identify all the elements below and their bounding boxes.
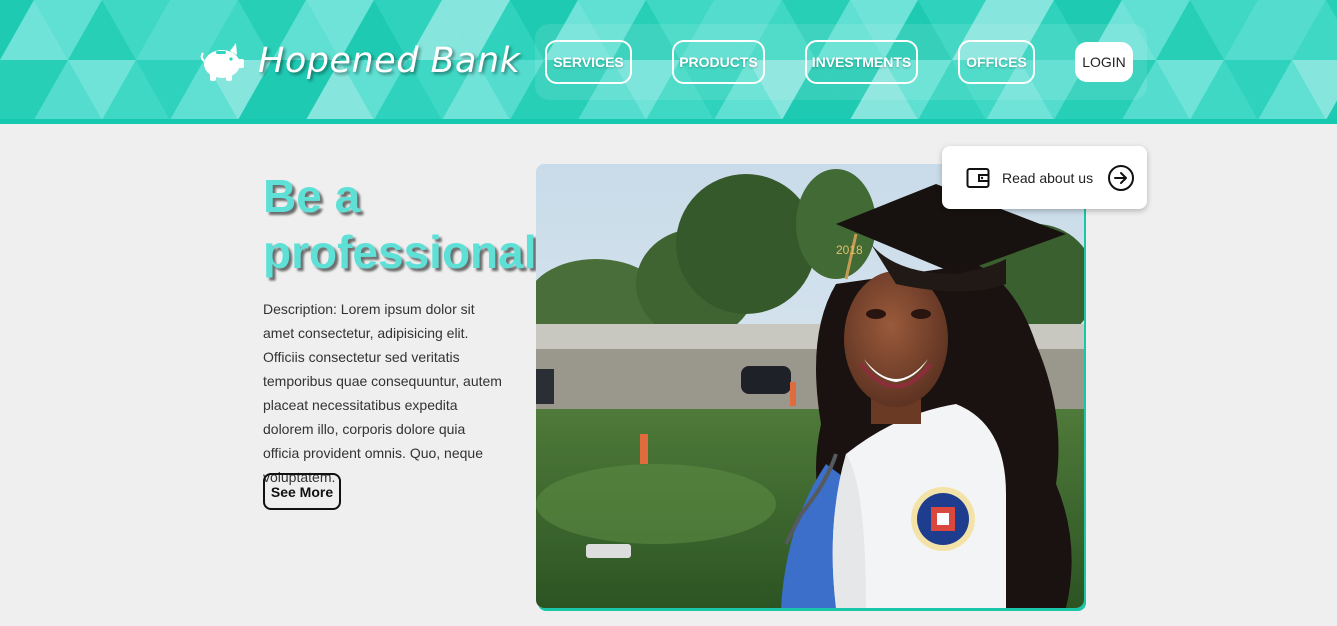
see-more-button[interactable]: See More <box>263 473 341 510</box>
logo[interactable]: Hopened Bank <box>200 36 520 86</box>
nav-products-button[interactable]: PRODUCTS <box>672 40 765 84</box>
hero-photo: 2018 <box>536 164 1084 608</box>
nav-investments-button[interactable]: INVESTMENTS <box>805 40 918 84</box>
read-about-label: Read about us <box>1002 169 1094 186</box>
header-bottom-stripe <box>0 119 1337 124</box>
arrow-right-circle-icon[interactable] <box>1107 164 1135 192</box>
cap-year: 2018 <box>836 243 863 257</box>
graduate-photo-illustration: 2018 <box>536 164 1084 608</box>
nav-offices-button[interactable]: OFFICES <box>958 40 1035 84</box>
hero-title: Be a professional <box>263 168 537 280</box>
site-header: Hopened Bank SERVICES PRODUCTS INVESTMEN… <box>0 0 1337 124</box>
wallet-icon <box>966 167 990 188</box>
piggy-bank-icon <box>200 43 244 81</box>
brand-name: Hopened Bank <box>258 41 521 81</box>
hero-title-line1: Be a <box>263 170 361 222</box>
login-button[interactable]: LOGIN <box>1075 42 1133 82</box>
nav-services-button[interactable]: SERVICES <box>545 40 632 84</box>
read-about-card[interactable]: Read about us <box>942 146 1147 209</box>
hero-description: Description: Lorem ipsum dolor sit amet … <box>263 301 502 485</box>
hero-title-line2: professional <box>263 226 537 278</box>
